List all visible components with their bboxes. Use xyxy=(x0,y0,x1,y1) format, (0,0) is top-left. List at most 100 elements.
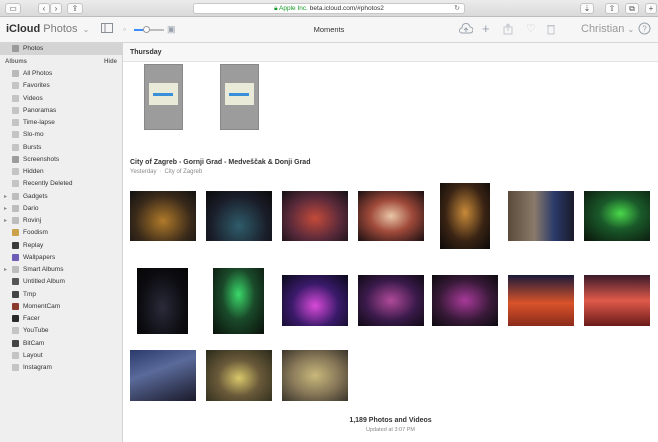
photo-thumbnail[interactable] xyxy=(130,350,196,401)
disclosure-triangle-icon[interactable]: ▸ xyxy=(4,191,7,203)
sidebar-item-slo-mo[interactable]: Slo-mo xyxy=(0,129,122,141)
sidebar-item-label: Panoramas xyxy=(23,106,57,114)
album-icon xyxy=(12,327,19,335)
section-location[interactable]: City of Zagreb xyxy=(164,169,202,175)
album-thumb-icon xyxy=(12,315,19,322)
timelapse-icon xyxy=(12,119,19,126)
share-icon[interactable]: ⇧ xyxy=(605,3,619,14)
photos-icon xyxy=(12,45,19,52)
photo-thumbnail[interactable] xyxy=(432,275,498,326)
sidebar-item-instagram[interactable]: Instagram xyxy=(0,362,122,374)
sidebar-item-screenshots[interactable]: Screenshots xyxy=(0,154,122,166)
share-photo-icon[interactable] xyxy=(503,23,513,38)
photo-thumbnail[interactable] xyxy=(440,183,490,249)
album-thumb-icon xyxy=(12,241,19,249)
sidebar-item-replay[interactable]: Replay xyxy=(0,240,122,252)
photo-thumbnail[interactable] xyxy=(282,191,348,241)
photo-thumbnail[interactable] xyxy=(130,191,196,241)
sidebar-item-label: Dario xyxy=(23,204,39,212)
photo-thumbnail[interactable] xyxy=(137,268,188,334)
sidebar-item-gadgets[interactable]: ▸ Gadgets xyxy=(0,191,122,203)
video-icon xyxy=(12,94,19,102)
photo-thumbnail[interactable] xyxy=(206,350,272,401)
sidebar-item-panoramas[interactable]: Panoramas xyxy=(0,105,122,117)
folder-icon xyxy=(12,217,19,224)
photos-count: 1,189 Photos and Videos xyxy=(349,417,432,424)
photo-thumbnail[interactable] xyxy=(282,275,348,326)
sidebar-item-recently-deleted[interactable]: Recently Deleted xyxy=(0,178,122,190)
photo-thumbnail[interactable] xyxy=(358,191,424,241)
panorama-icon xyxy=(12,106,19,114)
upload-icon[interactable] xyxy=(459,23,474,38)
user-menu[interactable]: Christian ⌄ xyxy=(581,23,634,35)
sidebar-item-hidden[interactable]: Hidden xyxy=(0,166,122,178)
section-title-zagreb: City of Zagreb - Gornji Grad - Medveščak… xyxy=(130,159,311,166)
photo-thumbnail[interactable] xyxy=(584,275,650,326)
photo-thumbnail[interactable] xyxy=(508,275,574,326)
photo-thumbnail[interactable] xyxy=(508,191,574,241)
album-thumb-icon xyxy=(12,253,19,261)
download-icon[interactable]: ⇣ xyxy=(580,3,594,14)
delete-icon[interactable] xyxy=(546,23,556,38)
sidebar-item-layout[interactable]: Layout xyxy=(0,350,122,362)
address-bar[interactable]: 🔒︎ Apple Inc. beta.icloud.com/#photos2 ↻ xyxy=(193,3,465,14)
disclosure-triangle-icon[interactable]: ▸ xyxy=(4,203,7,215)
sidebar-item-facer[interactable]: Facer xyxy=(0,313,122,325)
sidebar-item-label: Favorites xyxy=(23,82,50,90)
sidebar-item-time-lapse[interactable]: Time-lapse xyxy=(0,117,122,129)
sidebar-item-smart-albums[interactable]: ▸ Smart Albums xyxy=(0,264,122,276)
app-toolbar: iCloud Photos ⌄ ▫ ▣ Moments + ♡ Christia… xyxy=(0,17,658,43)
sidebar-item-youtube[interactable]: YouTube xyxy=(0,325,122,337)
sidebar-item-favorites[interactable]: Favorites xyxy=(0,80,122,92)
sidebar-item-foodism[interactable]: Foodism xyxy=(0,227,122,239)
photo-thumbnail[interactable] xyxy=(220,64,259,130)
disclosure-triangle-icon[interactable]: ▸ xyxy=(4,215,7,227)
screenshots-icon xyxy=(12,155,19,163)
back-icon[interactable]: ‹ xyxy=(38,3,50,14)
photo-thumbnail[interactable] xyxy=(213,268,264,334)
disclosure-triangle-icon[interactable]: ▸ xyxy=(4,264,7,276)
photo-thumbnail[interactable] xyxy=(584,191,650,241)
sidebar-item-label: Untitled Album xyxy=(23,278,65,286)
photo-thumbnail[interactable] xyxy=(144,64,183,130)
folder-icon xyxy=(12,266,19,273)
sidebar-item-label: Bursts xyxy=(23,143,42,151)
sidebar-item-wallpapers[interactable]: Wallpapers xyxy=(0,252,122,264)
sidebar-toggle-button[interactable]: ▭ xyxy=(5,3,21,14)
heart-icon xyxy=(12,82,19,90)
album-icon xyxy=(12,364,19,371)
sidebar-item-dario[interactable]: ▸ Dario xyxy=(0,203,122,215)
sidebar-item-rovinj[interactable]: ▸ Rovinj xyxy=(0,215,122,227)
sidebar-item-all-photos[interactable]: All Photos xyxy=(0,68,122,80)
sidebar-item-label: Foodism xyxy=(23,229,48,237)
url-org: Apple Inc. xyxy=(279,5,308,12)
new-tab-icon[interactable]: + xyxy=(645,3,657,14)
svg-text:?: ? xyxy=(642,24,647,33)
tabs-icon[interactable]: ⧉ xyxy=(625,3,639,14)
trash-icon xyxy=(12,180,19,188)
photo-thumbnail[interactable] xyxy=(282,350,348,401)
all-photos-icon xyxy=(12,70,19,77)
hidden-icon xyxy=(12,168,19,175)
sidebar-item-momentcam[interactable]: MomentCam xyxy=(0,301,122,313)
sidebar-item-photos[interactable]: Photos xyxy=(0,43,122,55)
photo-grid: Thursday City of Zagreb - Gornji Grad - … xyxy=(123,43,658,442)
add-icon[interactable]: + xyxy=(482,22,490,35)
help-icon[interactable]: ? xyxy=(638,22,651,38)
sidebar-item-videos[interactable]: Videos xyxy=(0,93,122,105)
sidebar-item-bursts[interactable]: Bursts xyxy=(0,142,122,154)
forward-icon[interactable]: › xyxy=(50,3,62,14)
sidebar-item-tmp[interactable]: Tmp xyxy=(0,289,122,301)
photo-thumbnail[interactable] xyxy=(358,275,424,326)
sidebar-item-label: Layout xyxy=(23,351,43,359)
reload-icon[interactable]: ↻ xyxy=(454,4,460,13)
favorite-heart-icon[interactable]: ♡ xyxy=(526,23,536,35)
view-title: Moments xyxy=(313,25,345,34)
photo-thumbnail[interactable] xyxy=(206,191,272,241)
browser-chrome: ▭ ‹ › ⇪ 🔒︎ Apple Inc. beta.icloud.com/#p… xyxy=(0,0,658,17)
share-page-icon[interactable]: ⇪ xyxy=(67,3,83,14)
album-thumb-icon xyxy=(12,339,19,347)
sidebar-item-untitled-album[interactable]: Untitled Album xyxy=(0,276,122,288)
sidebar-item-bitcam[interactable]: BitCam xyxy=(0,338,122,350)
hide-albums-button[interactable]: Hide xyxy=(104,59,117,65)
